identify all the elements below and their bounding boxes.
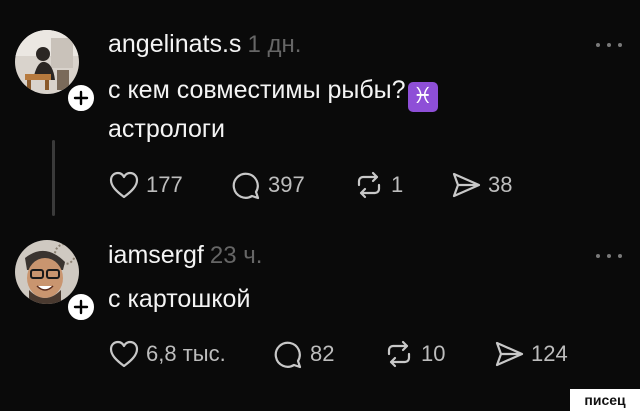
follow-button[interactable] xyxy=(65,291,97,323)
more-options-button[interactable] xyxy=(596,252,622,260)
dot-icon xyxy=(607,254,611,258)
comment-button[interactable]: 397 xyxy=(230,170,305,200)
send-icon xyxy=(452,172,481,198)
share-button[interactable]: 124 xyxy=(493,339,568,369)
like-button[interactable]: 177 xyxy=(108,170,183,200)
comment-count: 82 xyxy=(310,341,335,366)
repost-icon xyxy=(387,340,411,368)
dot-icon xyxy=(618,254,622,258)
timestamp: 23 ч. xyxy=(209,242,263,269)
comment-button[interactable]: 82 xyxy=(272,339,334,369)
comment-count: 397 xyxy=(268,172,305,197)
dot-icon xyxy=(618,43,622,47)
send-icon xyxy=(495,341,524,367)
follow-button[interactable] xyxy=(65,82,97,114)
post-text: с картошкой xyxy=(108,282,250,316)
like-button[interactable]: 6,8 тыс. xyxy=(108,339,226,369)
pisces-emoji-icon: ♓ xyxy=(407,82,438,112)
like-count: 6,8 тыс. xyxy=(146,341,226,366)
plus-icon xyxy=(73,90,89,106)
comment-icon xyxy=(274,341,302,369)
share-button[interactable]: 38 xyxy=(450,170,512,200)
post-text-line: с картошкой xyxy=(108,285,251,313)
post-text: с кем совместимы рыбы? ♓ астрологи xyxy=(108,73,438,146)
dot-icon xyxy=(607,43,611,47)
dot-icon xyxy=(596,254,600,258)
username[interactable]: iamsergf xyxy=(108,241,204,269)
repost-count: 10 xyxy=(421,341,446,366)
dot-icon xyxy=(596,43,600,47)
timestamp: 1 дн. xyxy=(247,31,302,58)
repost-icon xyxy=(357,171,381,199)
more-options-button[interactable] xyxy=(596,41,622,49)
post-text-line: астрологи xyxy=(108,115,225,143)
repost-button[interactable]: 10 xyxy=(383,339,445,369)
thread-line xyxy=(52,140,55,216)
plus-icon xyxy=(73,299,89,315)
comment-icon xyxy=(232,172,260,200)
post-header: angelinats.s 1 дн. xyxy=(108,30,301,59)
watermark: писец xyxy=(570,389,640,411)
like-count: 177 xyxy=(146,172,183,197)
repost-button[interactable]: 1 xyxy=(353,170,403,200)
share-count: 124 xyxy=(531,341,568,366)
repost-count: 1 xyxy=(391,172,404,197)
heart-icon xyxy=(109,171,139,199)
post-header: iamsergf 23 ч. xyxy=(108,241,262,270)
avatar-photo xyxy=(15,30,79,94)
username[interactable]: angelinats.s xyxy=(108,30,241,58)
avatar[interactable] xyxy=(15,30,79,94)
share-count: 38 xyxy=(488,172,513,197)
post-text-line: с кем совместимы рыбы? xyxy=(108,76,406,104)
heart-icon xyxy=(109,340,139,368)
